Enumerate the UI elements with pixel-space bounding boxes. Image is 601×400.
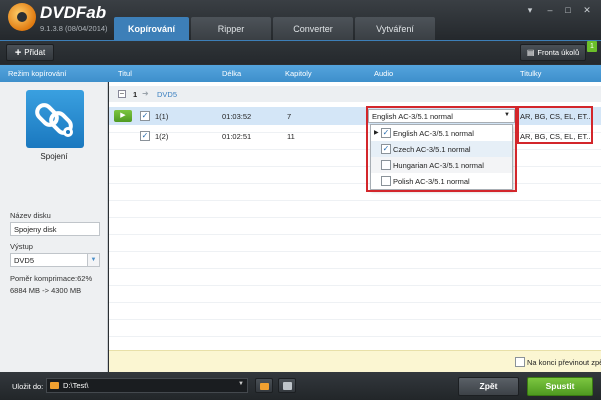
output-select-value: DVD5 bbox=[14, 256, 35, 265]
maximize-icon[interactable]: □ bbox=[561, 4, 575, 16]
toolbar: + Přidat ▤ Fronta úkolů bbox=[0, 40, 601, 64]
task-queue-label: Fronta úkolů bbox=[537, 48, 580, 57]
folder-icon bbox=[260, 383, 269, 390]
back-button[interactable]: Zpět bbox=[458, 377, 519, 396]
queue-icon: ▤ bbox=[526, 48, 535, 57]
tab-kopirovani[interactable]: Kopírování bbox=[114, 17, 189, 40]
row-chapters: 7 bbox=[287, 112, 292, 121]
iso-button[interactable] bbox=[278, 378, 296, 393]
output-path-value: D:\Test\ bbox=[63, 381, 89, 390]
play-icon[interactable]: ▶ bbox=[114, 110, 132, 122]
audio-highlight-box bbox=[366, 106, 517, 192]
output-label: Výstup bbox=[10, 242, 33, 251]
tab-converter[interactable]: Converter bbox=[273, 17, 353, 40]
output-select[interactable]: DVD5 ▼ bbox=[10, 253, 100, 267]
subtitles-highlight-box bbox=[517, 106, 593, 144]
settings-icon[interactable]: ▾ bbox=[523, 4, 537, 16]
chevron-down-icon[interactable]: ▼ bbox=[238, 381, 244, 387]
tab-ripper[interactable]: Ripper bbox=[191, 17, 271, 40]
rewind-at-end-label: Na konci převinout zpět bbox=[527, 358, 601, 367]
app-name: DVDFab bbox=[40, 3, 107, 22]
col-chapters[interactable]: Kapitoly bbox=[285, 69, 312, 78]
row-title: 1(1) bbox=[155, 112, 169, 121]
plus-icon: + bbox=[14, 46, 22, 59]
title-list: – 1 ➜ DVD5 ▶ ✓ 1(1) 01:03:52 7 AR, BG, C… bbox=[109, 82, 601, 350]
minimize-icon[interactable]: – bbox=[543, 4, 557, 16]
queue-count-badge: 1 bbox=[587, 41, 597, 52]
info-bar: Na konci převinout zpět bbox=[109, 350, 601, 372]
collapse-icon[interactable]: – bbox=[118, 90, 126, 98]
col-title[interactable]: Titul bbox=[118, 69, 132, 78]
merge-mode-icon[interactable] bbox=[26, 90, 84, 148]
output-path-select[interactable]: D:\Test\ ▼ bbox=[46, 378, 248, 393]
row-checkbox[interactable]: ✓ bbox=[140, 111, 150, 121]
size-info: 6884 MB -> 4300 MB bbox=[10, 286, 82, 295]
browse-folder-button[interactable] bbox=[255, 378, 273, 393]
col-length[interactable]: Délka bbox=[222, 69, 241, 78]
title-bar: DVDFab 9.1.3.8 (08/04/2014) Kopírování R… bbox=[0, 0, 601, 40]
group-number: 1 bbox=[133, 90, 138, 99]
row-checkbox[interactable]: ✓ bbox=[140, 131, 150, 141]
task-queue-button[interactable]: ▤ Fronta úkolů bbox=[520, 44, 586, 61]
row-title: 1(2) bbox=[155, 132, 169, 141]
main-tabs: Kopírování Ripper Converter Vytváření bbox=[114, 17, 437, 40]
close-icon[interactable]: ✕ bbox=[580, 4, 594, 16]
disc-name-input[interactable]: Spojeny disk bbox=[10, 222, 100, 236]
app-version: 9.1.3.8 (08/04/2014) bbox=[40, 24, 108, 33]
arrow-right-icon: ➜ bbox=[142, 89, 149, 98]
col-copy-mode: Režim kopírování bbox=[8, 69, 67, 78]
group-row: – 1 ➜ DVD5 bbox=[109, 86, 601, 102]
add-button[interactable]: + Přidat bbox=[6, 44, 54, 61]
compression-ratio: Poměr komprimace:62% bbox=[10, 274, 93, 283]
dvdfab-logo-icon bbox=[8, 3, 36, 31]
tab-vytvareni[interactable]: Vytváření bbox=[355, 17, 435, 40]
copy-mode-panel: Spojení Název disku Spojeny disk Výstup … bbox=[0, 82, 108, 372]
row-length: 01:02:51 bbox=[222, 132, 252, 141]
start-button[interactable]: Spustit bbox=[527, 377, 593, 396]
chevron-down-icon[interactable]: ▼ bbox=[87, 254, 99, 266]
col-audio[interactable]: Audio bbox=[374, 69, 393, 78]
disc-name-label: Název disku bbox=[10, 211, 51, 220]
rewind-at-end-checkbox[interactable] bbox=[515, 357, 525, 367]
bottom-bar: Uložit do: D:\Test\ ▼ Zpět Spustit bbox=[0, 372, 601, 400]
col-subtitles[interactable]: Titulky bbox=[520, 69, 541, 78]
column-header: Režim kopírování Titul Délka Kapitoly Au… bbox=[0, 65, 601, 82]
row-length: 01:03:52 bbox=[222, 112, 252, 121]
add-button-label: Přidat bbox=[24, 48, 46, 57]
group-label: DVD5 bbox=[157, 90, 178, 99]
disc-image-icon bbox=[283, 382, 292, 390]
mode-name: Spojení bbox=[40, 152, 68, 161]
folder-icon bbox=[50, 382, 59, 389]
save-to-label: Uložit do: bbox=[12, 382, 44, 391]
row-chapters: 11 bbox=[287, 132, 295, 141]
